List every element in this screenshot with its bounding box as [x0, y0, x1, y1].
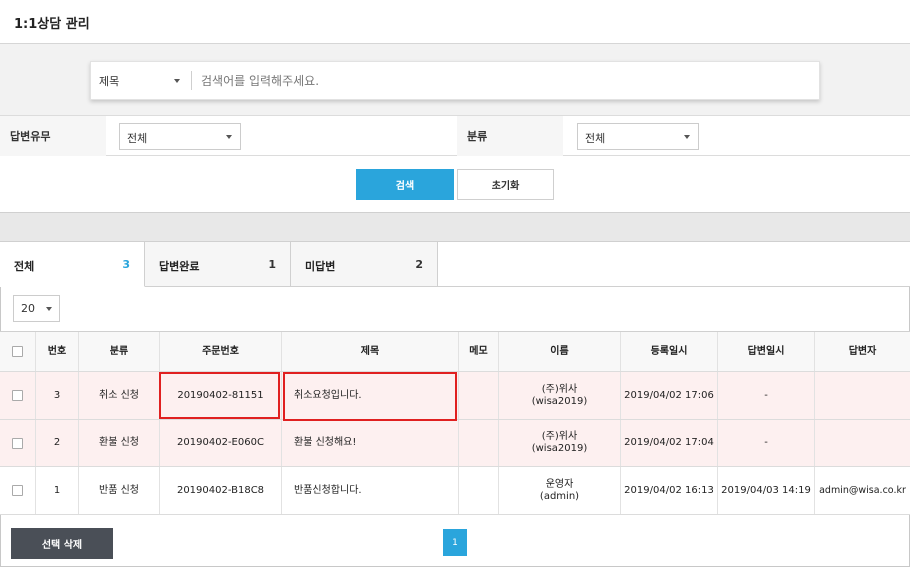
table-row[interactable]: 1 반품 신청 20190402-B18C8 반품신청합니다. 운영자 (admi…	[0, 467, 910, 515]
column-header: 답변일시	[718, 332, 815, 371]
tab-all[interactable]: 전체 3	[0, 242, 145, 287]
row-number: 2	[36, 420, 79, 466]
tab-label: 미답변	[305, 260, 336, 273]
tab-count: 2	[415, 258, 423, 271]
tab-answered[interactable]: 답변완료 1	[145, 242, 291, 287]
category-select[interactable]: 전체	[577, 123, 699, 150]
row-name-cell: (주)위사 (wisa2019)	[499, 420, 621, 466]
row-answered: -	[718, 420, 815, 466]
row-name-cell: 운영자 (admin)	[499, 467, 621, 514]
table-header-row: 번호 분류 주문번호 제목 메모 이름 등록일시 답변일시 답변자	[0, 331, 910, 372]
row-name-cell: (주)위사 (wisa2019)	[499, 372, 621, 419]
category-selected: 전체	[585, 132, 606, 145]
row-answerer: admin@wisa.co.kr	[819, 484, 906, 496]
column-header: 메모	[459, 332, 499, 371]
search-input[interactable]	[201, 69, 801, 92]
row-select-cell	[0, 372, 36, 419]
row-select-cell	[0, 420, 36, 466]
tab-unanswered[interactable]: 미답변 2	[291, 242, 438, 287]
row-name: (주)위사	[541, 431, 578, 442]
row-created: 2019/04/02 16:13	[621, 467, 718, 514]
row-category: 취소 신청	[79, 372, 160, 419]
column-header: 답변자	[848, 345, 877, 357]
row-number: 3	[36, 372, 79, 419]
column-header: 주문번호	[160, 332, 282, 371]
row-answerer	[815, 420, 910, 466]
highlight-subject	[283, 372, 457, 421]
row-subject[interactable]: 환불 신청해요!	[282, 420, 459, 466]
page-header: 1:1상담 관리	[0, 0, 910, 44]
search-button-row: 검색 초기화	[0, 156, 910, 213]
row-name: (주)위사	[541, 383, 578, 395]
row-number: 1	[36, 467, 79, 514]
row-select-cell	[0, 467, 36, 514]
column-header: 등록일시	[621, 332, 718, 371]
row-subject[interactable]: 반품신청합니다.	[282, 467, 459, 514]
tab-label: 답변완료	[159, 260, 200, 273]
chevron-down-icon	[226, 135, 232, 139]
category-label: 분류	[457, 116, 563, 156]
select-all-cell	[0, 332, 36, 371]
row-checkbox[interactable]	[12, 437, 23, 449]
highlight-order-number	[159, 372, 280, 419]
column-header: 분류	[79, 332, 160, 371]
row-created: 2019/04/02 17:06	[621, 372, 718, 419]
tab-count: 3	[122, 258, 130, 271]
reset-button[interactable]: 초기화	[457, 169, 554, 200]
column-header: 이름	[499, 332, 621, 371]
chevron-down-icon	[46, 307, 52, 311]
row-answered: 2019/04/03 14:19	[718, 467, 815, 514]
row-checkbox[interactable]	[12, 485, 23, 496]
page-title: 1:1상담 관리	[14, 17, 90, 32]
page-number-button[interactable]: 1	[443, 529, 467, 556]
search-band: 제목	[0, 44, 910, 116]
answer-status-select[interactable]: 전체	[119, 123, 241, 150]
delete-selected-button[interactable]: 선택 삭제	[11, 528, 113, 559]
row-memo	[459, 420, 499, 466]
tab-filler	[438, 242, 910, 287]
page-size-select[interactable]: 20	[13, 295, 60, 322]
tab-label: 전체	[14, 260, 35, 273]
search-field-selected: 제목	[99, 75, 120, 88]
answer-status-selected: 전체	[127, 132, 148, 145]
column-header: 제목	[282, 332, 459, 371]
chevron-down-icon	[174, 79, 180, 83]
row-checkbox[interactable]	[12, 390, 23, 401]
section-divider	[0, 213, 910, 242]
filter-row: 답변유무 전체 분류 전체	[0, 116, 910, 156]
tab-count: 1	[268, 258, 276, 271]
status-tabs: 전체 3 답변완료 1 미답변 2	[0, 242, 910, 287]
search-button[interactable]: 검색	[356, 169, 454, 200]
row-name: 운영자	[545, 478, 574, 490]
table-row[interactable]: 2 환불 신청 20190402-E060C 환불 신청해요! (주)위사 (wi…	[0, 420, 910, 467]
row-user-id: (admin)	[539, 490, 580, 502]
row-memo	[459, 372, 499, 419]
select-all-checkbox[interactable]	[12, 346, 23, 357]
page-size-selected: 20	[21, 302, 35, 315]
search-field-select[interactable]: 제목	[91, 62, 191, 99]
row-category: 반품 신청	[79, 467, 160, 514]
row-created: 2019/04/02 17:04	[621, 420, 718, 466]
search-divider	[191, 71, 192, 90]
row-user-id: (wisa2019)	[531, 443, 588, 454]
row-answered: -	[718, 372, 815, 419]
chevron-down-icon	[684, 135, 690, 139]
row-order-number[interactable]: 20190402-B18C8	[160, 467, 282, 514]
row-memo	[459, 467, 499, 514]
row-order-number[interactable]: 20190402-E060C	[160, 420, 282, 466]
answer-status-label: 답변유무	[0, 116, 106, 156]
column-header: 번호	[36, 332, 79, 371]
row-category: 환불 신청	[79, 420, 160, 466]
row-answerer	[815, 372, 910, 419]
row-user-id: (wisa2019)	[531, 395, 588, 407]
search-box: 제목	[90, 61, 820, 100]
